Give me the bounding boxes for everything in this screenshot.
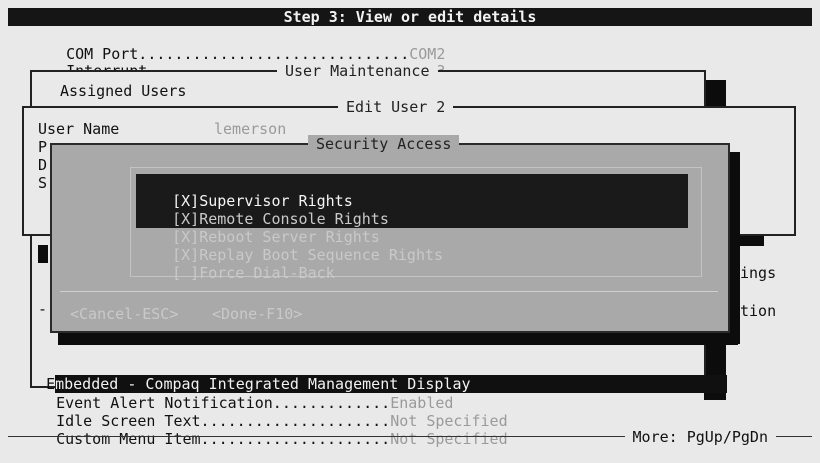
step-title: Step 3: View or edit details <box>283 8 537 26</box>
partial-label-p: P <box>38 138 48 156</box>
option-label: Force Dial-Back <box>199 264 335 282</box>
done-button[interactable]: <Done-F10> <box>212 305 302 323</box>
step-title-bar: Step 3: View or edit details <box>8 8 812 26</box>
security-access-shadow-bottom <box>58 331 738 345</box>
custom-menu-item-value: Not Specified <box>390 430 508 448</box>
option-checkbox[interactable]: [ ] <box>172 264 199 282</box>
partial-label-d: D <box>38 156 48 174</box>
user-name-value[interactable]: lemerson <box>214 120 286 138</box>
assigned-users-label: Assigned Users <box>60 82 187 100</box>
cancel-button[interactable]: <Cancel-ESC> <box>70 305 178 323</box>
left-shadow-fragment <box>38 245 48 263</box>
user-maintenance-side-text-1: ings <box>740 264 777 282</box>
custom-menu-item-row[interactable]: Custom Menu Item.....................Not… <box>38 412 508 448</box>
user-name-label: User Name <box>38 120 120 138</box>
more-pgup-pgdn-hint: More: PgUp/PgDn <box>624 428 776 446</box>
custom-menu-item-label: Custom Menu Item..................... <box>56 430 391 448</box>
user-maintenance-left-fragment: - <box>38 300 48 318</box>
user-maintenance-title: User Maintenance <box>277 62 438 80</box>
edit-user-title: Edit User 2 <box>338 98 454 116</box>
user-maintenance-side-text-2: tion <box>740 302 777 320</box>
security-access-title: Security Access <box>308 135 460 153</box>
partial-label-s: S <box>38 174 48 192</box>
security-access-divider <box>60 291 718 293</box>
security-access-dialog: Security Access [X]Supervisor Rights [X]… <box>50 135 730 333</box>
